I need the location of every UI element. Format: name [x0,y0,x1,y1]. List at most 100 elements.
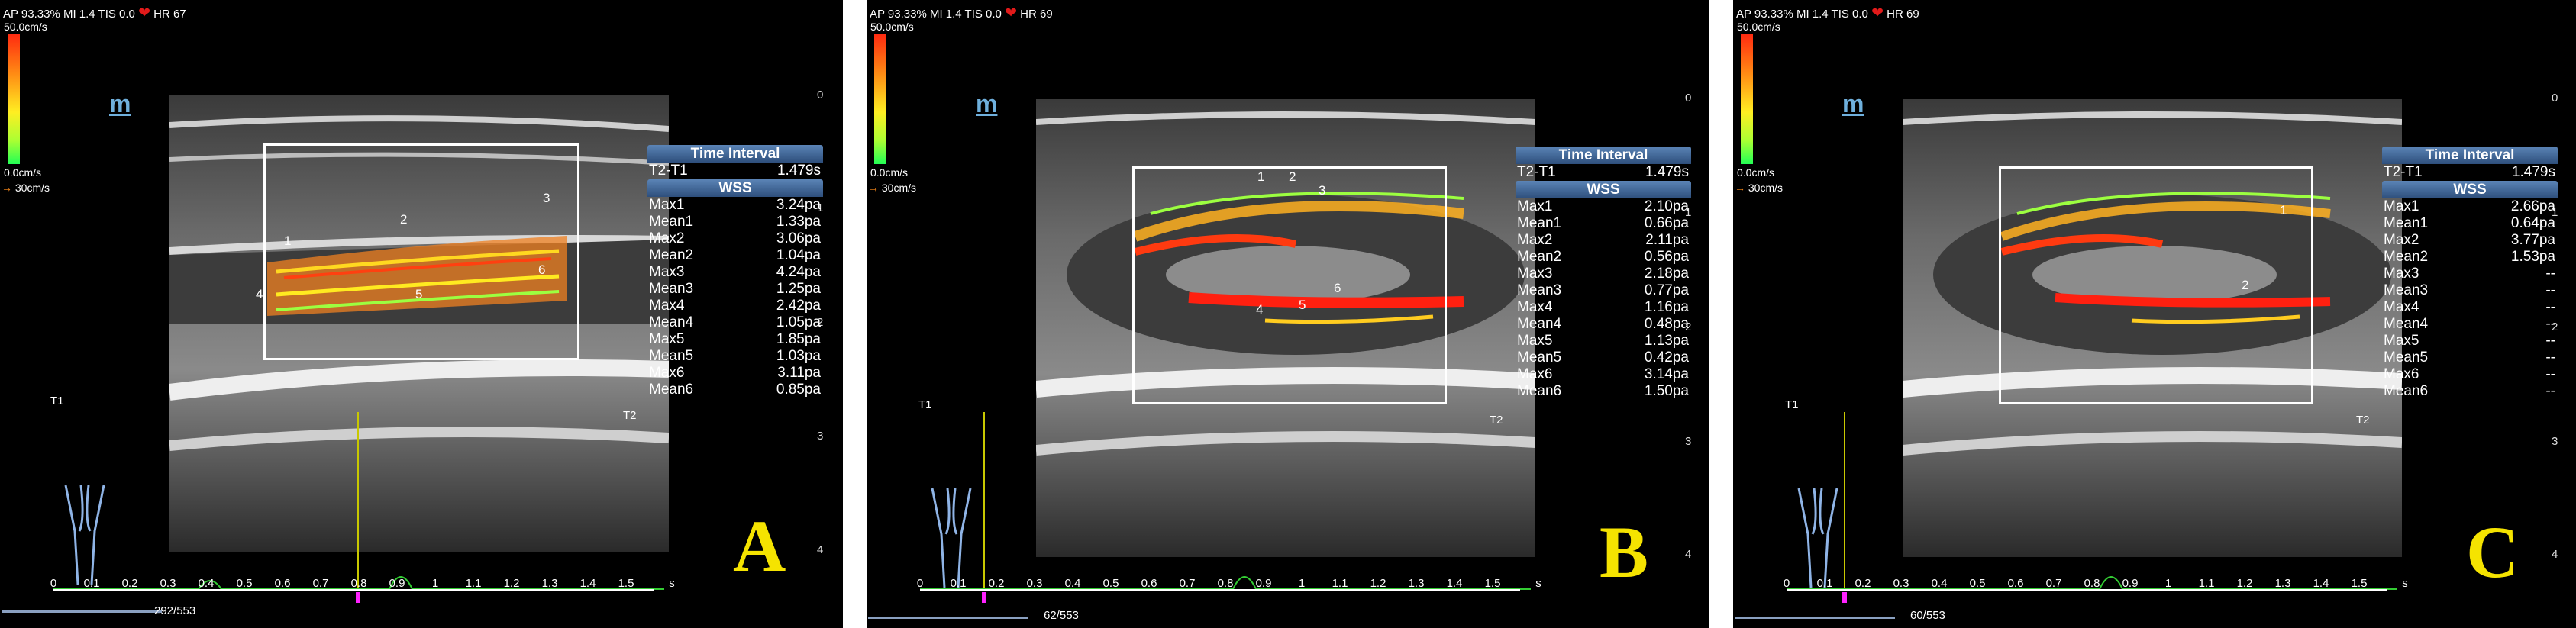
time-tick-label: 0.4 [1064,577,1081,590]
time-interval-row: T2-T1 1.479s [647,163,823,179]
time-tick-label: 0.1 [83,577,100,590]
row-value: 3.06pa [776,230,821,246]
row-value: 0.85pa [776,382,821,398]
row-label: Mean1 [2384,215,2429,231]
panel-b: AP 93.33% MI 1.4 TIS 0.0 ❤ HR 69 50.0cm/… [867,0,1709,628]
time-tick-label: 0.4 [198,577,215,590]
t2-label: T2 [1490,414,1503,427]
row-value: 1.479s [1645,164,1689,180]
row-label: Mean4 [649,314,694,330]
playhead-marker[interactable] [1842,592,1847,603]
row-label: Max1 [1517,198,1553,214]
frame-slider[interactable] [868,617,1028,619]
time-tick-label: 0.9 [389,577,405,590]
mi-readout: MI 1.4 [1796,8,1829,21]
time-tick-label: 0.9 [1255,577,1272,590]
wss-row: Max1 2.10pa [1516,198,1691,215]
time-tick-label: 0.5 [1102,577,1119,590]
marker-label: 4 [256,287,263,301]
playhead-marker[interactable] [981,592,986,603]
time-tick-label: 1.1 [1332,577,1348,590]
time-tick-label: 0.3 [1893,577,1909,590]
time-tick-label: 0.2 [121,577,138,590]
time-interval-header: Time Interval [647,145,823,163]
time-tick-label: 1.4 [579,577,596,590]
wss-row: Max1 2.66pa [2382,198,2558,215]
velocity-scale: → 30cm/s [1735,182,1783,194]
time-tick-label: 1 [431,577,439,590]
wss-row: Mean3 -- [2382,282,2558,299]
wss-row: Max2 3.06pa [647,230,823,247]
row-value: 2.42pa [776,298,821,314]
right-arrow-icon: → [1735,182,1745,194]
row-value: 3.77pa [2510,232,2555,248]
row-label: Mean5 [649,348,694,364]
row-value: 2.66pa [2510,198,2555,214]
tis-readout: TIS 0.0 [1831,8,1868,21]
wss-measurement-table: Time Interval T2-T1 1.479s WSS Max1 3.24pa… [647,145,823,398]
colorbar-max-label: 50.0cm/s [1737,21,1780,33]
row-value: -- [2545,299,2555,315]
row-label: T2-T1 [2384,164,2423,180]
row-value: 1.04pa [776,247,821,263]
wss-row: Max4 2.42pa [647,298,823,314]
marker-label: 2 [400,212,408,227]
tis-readout: TIS 0.0 [98,8,135,21]
time-tick-label: 0.3 [1026,577,1043,590]
depth-tick: 3 [1685,435,1692,448]
right-arrow-icon: → [2,182,12,194]
time-tick-label: 0.6 [1141,577,1157,590]
t2-label: T2 [623,409,637,422]
wss-row: Max6 3.11pa [647,365,823,382]
row-label: Mean1 [1517,215,1562,231]
roi-box[interactable] [263,143,579,360]
marker-label: 5 [415,287,423,301]
row-label: Mean5 [1517,349,1562,366]
depth-tick: 0 [2552,92,2558,105]
playhead-marker[interactable] [355,592,360,603]
row-value: 1.25pa [776,281,821,297]
marker-label: 4 [1256,302,1264,317]
time-tick-label: 1.2 [2236,577,2253,590]
row-value: 1.13pa [1644,333,1689,349]
time-tick-label: s [669,577,675,590]
velocity-colorbar [1741,34,1753,164]
tis-readout: TIS 0.0 [964,8,1002,21]
row-label: Max4 [649,298,685,314]
row-value: 2.10pa [1644,198,1689,214]
time-tick-label: 1 [1298,577,1306,590]
marker-label: 5 [1299,298,1306,312]
time-tick-label: 0.6 [274,577,291,590]
time-interval-header: Time Interval [2382,147,2558,164]
frame-slider[interactable] [1735,617,1895,619]
time-tick-label: 1.3 [1408,577,1425,590]
row-value: 2.11pa [1645,232,1689,248]
time-tick-label: 0.7 [1179,577,1196,590]
row-value: -- [2545,266,2555,282]
wss-rows: Max1 3.24pa Mean1 1.33pa Max2 3.06pa Mean2 1.04… [647,197,823,398]
panel-letter: C [2466,511,2520,593]
heart-icon: ❤ [1871,5,1884,21]
wss-row: Mean1 0.66pa [1516,215,1691,232]
row-value: 0.64pa [2510,215,2555,231]
m-logo-icon: m [109,90,131,118]
t1-label: T1 [918,398,932,411]
wss-row: Mean4 1.05pa [647,314,823,331]
marker-label: 1 [284,233,292,248]
time-tick-label: 0.5 [1969,577,1986,590]
roi-box[interactable] [1132,166,1447,404]
wss-row: Mean4 0.48pa [1516,316,1691,333]
frame-counter: 60/553 [1910,609,1945,622]
wss-rows: Max1 2.66pa Mean1 0.64pa Max2 3.77pa Mean2 1.53… [2382,198,2558,400]
wss-row: Max1 3.24pa [647,197,823,214]
wss-row: Mean2 0.56pa [1516,249,1691,266]
time-tick-label: 0 [916,577,924,590]
frame-slider[interactable] [2,610,162,613]
time-axis: 0 0.1 0.2 0.3 0.4 0.5 0.6 0.7 0.8 0.9 1 1.1 1.2 1.3 1.… [1784,577,2408,595]
depth-tick: 0 [817,89,824,101]
time-tick-label: 0.7 [2045,577,2062,590]
roi-box[interactable] [1999,166,2313,404]
row-value: 1.479s [2511,164,2555,180]
row-label: Max5 [2384,333,2419,349]
row-value: 1.479s [776,163,821,179]
